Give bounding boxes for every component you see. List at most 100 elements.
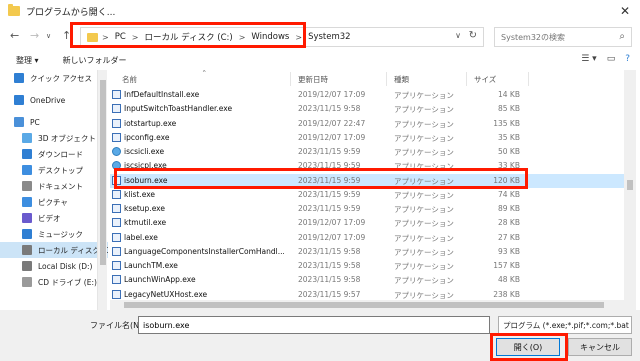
sidebar-item[interactable]: クイック アクセス: [0, 70, 108, 86]
sidebar-item-label: 3D オブジェクト: [38, 133, 96, 143]
address-highlight-box: [70, 22, 306, 48]
exe-icon: [112, 275, 121, 285]
file-row[interactable]: LaunchWinApp.exe 2023/11/15 9:58 アプリケーション 4…: [110, 273, 630, 287]
filetype-value: プログラム (*.exe;*.pif;*.com;*.bat: [503, 320, 629, 330]
column-size[interactable]: サイズ: [474, 74, 496, 85]
file-row[interactable]: ipconfig.exe 2019/12/07 17:09 アプリケーション 35 K…: [110, 131, 630, 145]
file-type: アプリケーション: [394, 91, 454, 100]
sidebar-item[interactable]: 3D オブジェクト: [0, 130, 108, 146]
file-type: アプリケーション: [394, 233, 454, 243]
sidebar-item-label: ビデオ: [38, 213, 61, 223]
sidebar-item[interactable]: ピクチャ: [0, 194, 108, 210]
search-box[interactable]: ⌕: [494, 27, 632, 47]
sidebar-item[interactable]: ローカル ディスク (C: [0, 242, 108, 258]
sidebar-item[interactable]: PC: [0, 114, 108, 130]
search-input[interactable]: [501, 32, 611, 42]
exe-icon: [112, 204, 121, 213]
sidebar-item[interactable]: CD ドライブ (E:): [0, 274, 108, 290]
column-date[interactable]: 更新日時: [298, 74, 328, 85]
file-row[interactable]: ktmutil.exe 2019/12/07 17:09 アプリケーション 28 KB: [110, 216, 630, 230]
file-name: klist.exe: [124, 189, 156, 199]
new-folder-button[interactable]: 新しいフォルダー: [63, 55, 127, 66]
file-row[interactable]: LaunchTM.exe 2023/11/15 9:58 アプリケーション 157 K…: [110, 259, 630, 273]
globe-icon: [112, 147, 121, 156]
file-row[interactable]: LanguageComponentsInstallerComHandl... 20…: [110, 245, 630, 259]
close-icon[interactable]: ✕: [610, 0, 640, 22]
sidebar-item[interactable]: デスクトップ: [0, 162, 108, 178]
back-arrow-icon[interactable]: ←: [10, 29, 19, 42]
navigation-scrollbar[interactable]: [97, 70, 107, 310]
file-size: 14 KB: [498, 90, 520, 99]
breadcrumb-system32[interactable]: System32: [308, 32, 351, 42]
refresh-icon[interactable]: ↻: [469, 30, 477, 41]
file-date: 2019/12/07 17:09: [298, 90, 366, 99]
picture-icon: [22, 197, 32, 207]
address-dropdown-icon[interactable]: ∨: [455, 31, 461, 40]
file-size: 238 KB: [493, 289, 520, 299]
sidebar-item[interactable]: ミュージック: [0, 226, 108, 242]
file-row[interactable]: InputSwitchToastHandler.exe 2023/11/15 9:…: [110, 102, 630, 116]
view-options-icon[interactable]: ☰ ▾: [581, 54, 596, 64]
sidebar-item[interactable]: ドキュメント: [0, 178, 108, 194]
filename-input[interactable]: [138, 316, 490, 334]
sidebar-item-label: デスクトップ: [38, 165, 83, 175]
file-row[interactable]: klist.exe 2023/11/15 9:59 アプリケーション 74 KB: [110, 188, 630, 202]
file-name: InputSwitchToastHandler.exe: [124, 104, 233, 114]
exe-icon: [112, 104, 121, 114]
file-size: 35 KB: [498, 132, 520, 142]
horizontal-scrollbar[interactable]: [110, 300, 624, 310]
file-list-scrollbar[interactable]: [624, 70, 636, 310]
exe-icon: [112, 246, 121, 256]
sidebar-item[interactable]: ビデオ: [0, 210, 108, 226]
file-row[interactable]: label.exe 2019/12/07 17:09 アプリケーション 27 KB: [110, 231, 630, 245]
sidebar-item-label: ダウンロード: [38, 149, 83, 159]
filetype-select[interactable]: プログラム (*.exe;*.pif;*.com;*.bat: [498, 316, 632, 334]
file-size: 74 KB: [498, 189, 520, 199]
file-type: アプリケーション: [394, 190, 454, 200]
file-date: 2023/11/15 9:59: [298, 204, 361, 213]
file-size: 89 KB: [498, 204, 520, 213]
file-name: LanguageComponentsInstallerComHandl...: [124, 246, 284, 256]
organize-menu[interactable]: 整理 ▾: [16, 55, 39, 66]
sidebar-item[interactable]: OneDrive: [0, 92, 108, 108]
file-name: LaunchTM.exe: [124, 261, 178, 270]
file-date: 2023/11/15 9:59: [298, 189, 361, 199]
file-type: アプリケーション: [394, 262, 454, 271]
file-size: 93 KB: [498, 246, 520, 256]
sidebar-item-label: クイック アクセス: [30, 73, 93, 83]
sidebar-item-label: PC: [30, 117, 40, 127]
file-name: label.exe: [124, 232, 158, 242]
exe-icon: [112, 232, 121, 242]
cancel-button[interactable]: キャンセル: [568, 338, 632, 356]
recent-locations-chevron-icon[interactable]: ∨: [46, 32, 51, 40]
selected-row-highlight-box: [114, 168, 528, 189]
drive-icon: [22, 245, 32, 255]
file-size: 135 KB: [493, 118, 520, 128]
preview-pane-icon[interactable]: ▭: [607, 54, 616, 64]
file-size: 28 KB: [498, 218, 520, 228]
file-name: LegacyNetUXHost.exe: [124, 289, 208, 299]
help-icon[interactable]: ?: [625, 54, 630, 64]
file-row[interactable]: iotstartup.exe 2019/12/07 22:47 アプリケーション 13…: [110, 117, 630, 131]
file-row[interactable]: iscsicli.exe 2023/11/15 9:59 アプリケーション 50 KB: [110, 145, 630, 159]
file-row[interactable]: InfDefaultInstall.exe 2019/12/07 17:09 アプリ…: [110, 88, 630, 102]
column-name[interactable]: 名前: [122, 74, 137, 85]
column-type[interactable]: 種類: [394, 74, 409, 85]
file-date: 2019/12/07 22:47: [298, 118, 366, 128]
title-bar: プログラムから開く... ✕: [0, 0, 640, 22]
file-name: LaunchWinApp.exe: [124, 275, 196, 285]
file-name: ktmutil.exe: [124, 218, 167, 228]
file-size: 50 KB: [498, 147, 520, 156]
file-size: 157 KB: [493, 261, 520, 270]
sidebar-item[interactable]: ダウンロード: [0, 146, 108, 162]
drive-icon: [22, 261, 32, 271]
exe-icon: [112, 289, 121, 299]
folder-icon: [8, 4, 20, 16]
view-controls: ☰ ▾ ▭ ?: [581, 54, 630, 64]
exe-icon: [112, 261, 121, 270]
file-list: 名前 ˄ 更新日時 種類 サイズ InfDefaultInstall.exe 20…: [110, 70, 640, 310]
exe-icon: [112, 189, 121, 199]
forward-arrow-icon[interactable]: →: [30, 29, 39, 42]
sidebar-item[interactable]: Local Disk (D:): [0, 258, 108, 274]
file-row[interactable]: ksetup.exe 2023/11/15 9:59 アプリケーション 89 KB: [110, 202, 630, 216]
